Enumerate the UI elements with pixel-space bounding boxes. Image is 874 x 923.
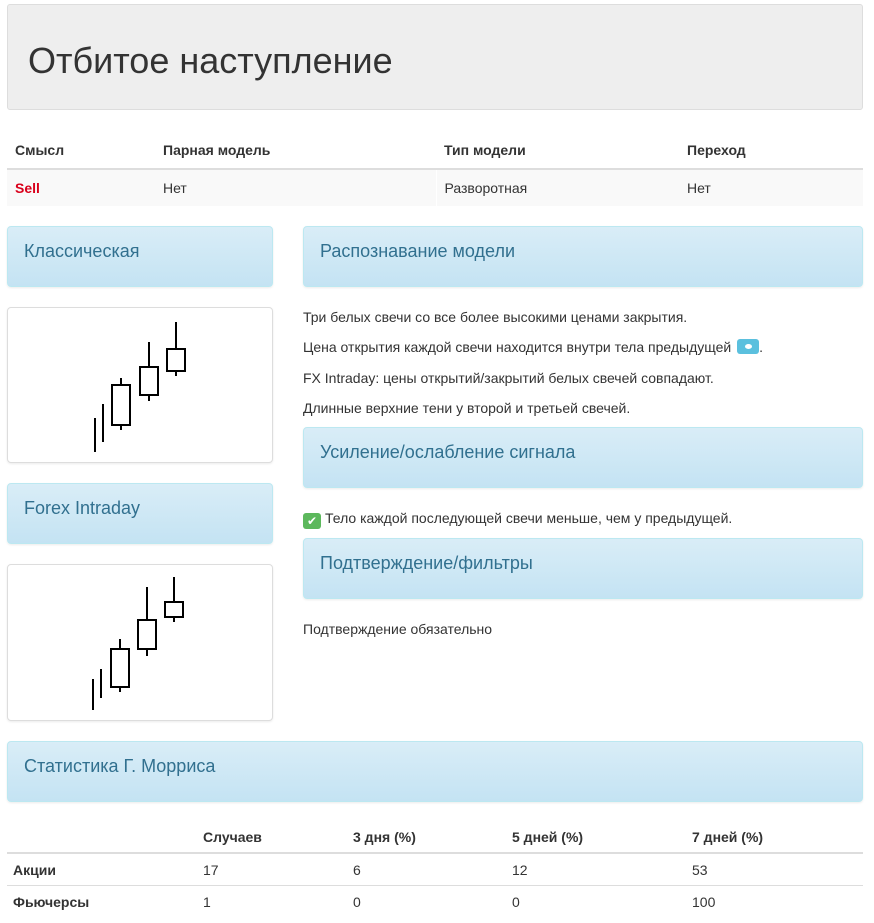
column-header-meaning: Смысл [7, 131, 155, 170]
recognition-panel-title: Распознавание модели [320, 241, 516, 261]
table-row: Фьючерсы 1 0 0 100 [7, 885, 863, 917]
page-title: Отбитое наступление [28, 40, 393, 81]
candle-body [166, 348, 186, 372]
recognition-text-2-end: . [759, 339, 764, 355]
checkbox-checked-icon: ✔ [303, 513, 321, 529]
column-header-7days: 7 дней (%) [686, 821, 863, 854]
column-header-transition: Переход [679, 131, 863, 170]
row-label-stocks: Акции [7, 852, 197, 886]
candle-body [164, 601, 184, 618]
cell-7days: 100 [686, 885, 863, 917]
recognition-text-1: Три белых свечи со все более высокими це… [303, 309, 688, 325]
confirmation-panel-title: Подтверждение/фильтры [320, 553, 533, 573]
recognition-text-4: Длинные верхние тени у второй и третьей … [303, 400, 631, 416]
cell-cases: 1 [197, 885, 347, 917]
pair-model-value: Нет [155, 169, 436, 206]
strength-item-text: Тело каждой последующей свечи меньше, че… [325, 510, 733, 526]
transition-value: Нет [679, 169, 863, 206]
confirmation-text: Подтверждение обязательно [303, 621, 493, 637]
cell-3days: 6 [347, 852, 506, 886]
cell-5days: 12 [506, 852, 686, 886]
morris-stats-table: Случаев 3 дня (%) 5 дней (%) 7 дней (%) … [7, 821, 863, 917]
model-type-value: Разворотная [435, 169, 679, 206]
column-header-pair-model: Парная модель [155, 131, 436, 170]
forex-panel-title: Forex Intraday [24, 498, 141, 518]
table-row: Акции 17 6 12 53 [7, 852, 863, 886]
cell-cases: 17 [197, 852, 347, 886]
column-header-model-type: Тип модели [436, 131, 679, 170]
table-header-row: Смысл Парная модель Тип модели Переход [7, 131, 863, 170]
forex-pattern-image [7, 564, 273, 721]
column-header-cases: Случаев [197, 821, 347, 854]
forex-panel-heading: Forex Intraday [7, 483, 273, 544]
recognition-text-2-body: Цена открытия каждой свечи находится вну… [303, 339, 732, 355]
recognition-text-3: FX Intraday: цены открытий/закрытий белы… [303, 370, 714, 386]
classic-panel-heading: Классическая [7, 226, 273, 287]
pattern-meta-table: Смысл Парная модель Тип модели Переход S… [7, 131, 863, 206]
candle-body [111, 384, 131, 426]
cell-5days: 0 [506, 885, 686, 917]
strength-panel-title: Усиление/ослабление сигнала [320, 442, 576, 462]
classic-pattern-image [7, 307, 273, 463]
column-header-5days: 5 дней (%) [506, 821, 686, 854]
forex-candles-chart [92, 577, 184, 710]
candle-body [137, 619, 157, 650]
table-header-row: Случаев 3 дня (%) 5 дней (%) 7 дней (%) [7, 821, 863, 854]
confirmation-panel-heading: Подтверждение/фильтры [303, 538, 863, 599]
comment-bubble-icon[interactable] [737, 339, 760, 354]
stats-panel-heading: Статистика Г. Морриса [7, 741, 863, 802]
strength-panel-heading: Усиление/ослабление сигнала [303, 427, 863, 488]
candle-body [139, 366, 159, 396]
table-row: Sell Нет Разворотная Нет [7, 169, 863, 206]
stats-panel-title: Статистика Г. Морриса [24, 756, 216, 776]
classic-panel-title: Классическая [24, 241, 140, 261]
column-header-3days: 3 дня (%) [347, 821, 506, 854]
row-label-futures: Фьючерсы [7, 885, 197, 917]
recognition-text-2: Цена открытия каждой свечи находится вну… [303, 339, 763, 355]
classic-candles-chart [94, 322, 186, 452]
candle-body [110, 648, 130, 688]
cell-3days: 0 [347, 885, 506, 917]
column-header-market [7, 821, 197, 854]
meaning-value: Sell [7, 169, 155, 206]
cell-7days: 53 [686, 852, 863, 886]
page-header: Отбитое наступление [7, 4, 863, 110]
recognition-panel-heading: Распознавание модели [303, 226, 863, 287]
strength-item: ✔ Тело каждой последующей свечи меньше, ч… [303, 510, 732, 529]
